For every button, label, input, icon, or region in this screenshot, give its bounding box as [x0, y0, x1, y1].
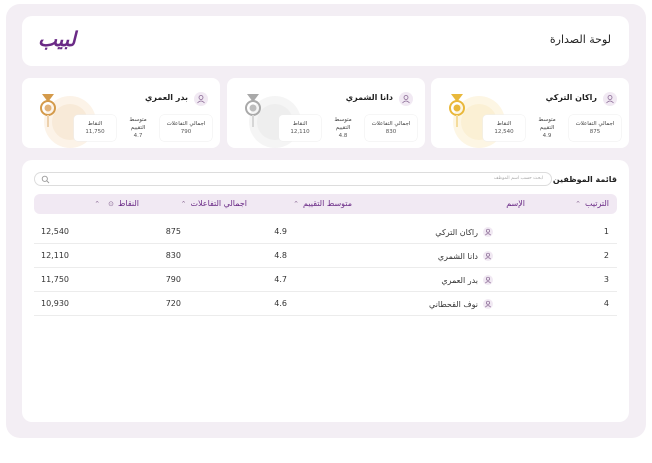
sort-icon: ⌃ — [293, 200, 300, 208]
search-input[interactable]: ابحث حسب اسم الموظف — [34, 172, 552, 186]
rating-cell: 4.8 — [274, 251, 287, 260]
employee-list-title: قائمة الموظفين — [552, 175, 617, 184]
top-card-1[interactable]: راكان التركي اجمالي التفاعلات 875 متوسط … — [431, 78, 629, 148]
table-header: الترتيب⌃ الإسم متوسط التقييم⌃ اجمالي الت… — [34, 194, 617, 214]
interactions-stat: اجمالي التفاعلات 875 — [571, 118, 619, 138]
interactions-cell: 790 — [165, 275, 181, 284]
interactions-cell: 830 — [165, 251, 181, 260]
name-cell: راكان التركي — [435, 227, 493, 237]
rating-stat: متوسط التقييم 4.8 — [325, 114, 361, 142]
column-header-interactions[interactable]: اجمالي التفاعلات⌃ — [177, 199, 247, 208]
info-icon: ⊙ — [108, 200, 115, 208]
user-icon — [603, 92, 617, 106]
employee-name: بدر العمري — [145, 93, 188, 102]
column-header-points[interactable]: النقاط⊙⌃ — [90, 199, 139, 208]
user-icon — [483, 299, 493, 309]
user-icon — [483, 227, 493, 237]
rating-stat: متوسط التقييم 4.7 — [120, 114, 156, 142]
sort-icon: ⌃ — [94, 200, 101, 208]
table-row[interactable]: 3 بدر العمري 4.7 790 11,750 — [34, 268, 617, 292]
interactions-cell: 875 — [165, 227, 181, 236]
user-icon — [399, 92, 413, 106]
app-logo: لبيب — [38, 27, 76, 51]
table-row[interactable]: 4 نوف القحطاني 4.6 720 10,930 — [34, 292, 617, 316]
rank-cell: 4 — [603, 299, 609, 308]
table-row[interactable]: 1 راكان التركي 4.9 875 12,540 — [34, 220, 617, 244]
page-header: لوحة الصدارة لبيب — [22, 16, 629, 66]
points-cell: 12,540 — [41, 227, 69, 236]
rank-cell: 1 — [603, 227, 609, 236]
rating-stat: متوسط التقييم 4.9 — [529, 114, 565, 142]
user-icon — [483, 251, 493, 261]
user-icon — [194, 92, 208, 106]
name-cell: نوف القحطاني — [429, 299, 493, 309]
points-cell: 10,930 — [41, 299, 69, 308]
interactions-stat: اجمالي التفاعلات 830 — [367, 118, 415, 138]
rank-cell: 2 — [603, 251, 609, 260]
page-title: لوحة الصدارة — [549, 33, 611, 46]
employee-name: راكان التركي — [545, 93, 597, 102]
column-header-rank[interactable]: الترتيب⌃ — [571, 199, 609, 208]
column-header-rating[interactable]: متوسط التقييم⌃ — [289, 199, 352, 208]
sort-icon: ⌃ — [180, 200, 187, 208]
rating-cell: 4.7 — [274, 275, 287, 284]
employee-list-panel: قائمة الموظفين ابحث حسب اسم الموظف الترت… — [22, 160, 629, 422]
column-header-name[interactable]: الإسم — [506, 199, 525, 208]
name-cell: دانا الشمري — [438, 251, 493, 261]
points-stat: النقاط 12,110 — [281, 118, 319, 138]
points-cell: 12,110 — [41, 251, 69, 260]
search-placeholder: ابحث حسب اسم الموظف — [493, 176, 543, 181]
name-cell: بدر العمري — [441, 275, 493, 285]
points-cell: 11,750 — [41, 275, 69, 284]
table-row[interactable]: 2 دانا الشمري 4.8 830 12,110 — [34, 244, 617, 268]
rank-cell: 3 — [603, 275, 609, 284]
search-icon — [41, 175, 50, 184]
employee-name: دانا الشمري — [345, 93, 393, 102]
sort-icon: ⌃ — [575, 200, 582, 208]
interactions-cell: 720 — [165, 299, 181, 308]
points-stat: النقاط 12,540 — [485, 118, 523, 138]
rating-cell: 4.6 — [274, 299, 287, 308]
points-stat: النقاط 11,750 — [76, 118, 114, 138]
top-card-3[interactable]: بدر العمري اجمالي التفاعلات 790 متوسط ال… — [22, 78, 220, 148]
top-card-2[interactable]: دانا الشمري اجمالي التفاعلات 830 متوسط ا… — [227, 78, 425, 148]
rating-cell: 4.9 — [274, 227, 287, 236]
interactions-stat: اجمالي التفاعلات 790 — [162, 118, 210, 138]
top-employees: راكان التركي اجمالي التفاعلات 875 متوسط … — [22, 78, 629, 148]
user-icon — [483, 275, 493, 285]
